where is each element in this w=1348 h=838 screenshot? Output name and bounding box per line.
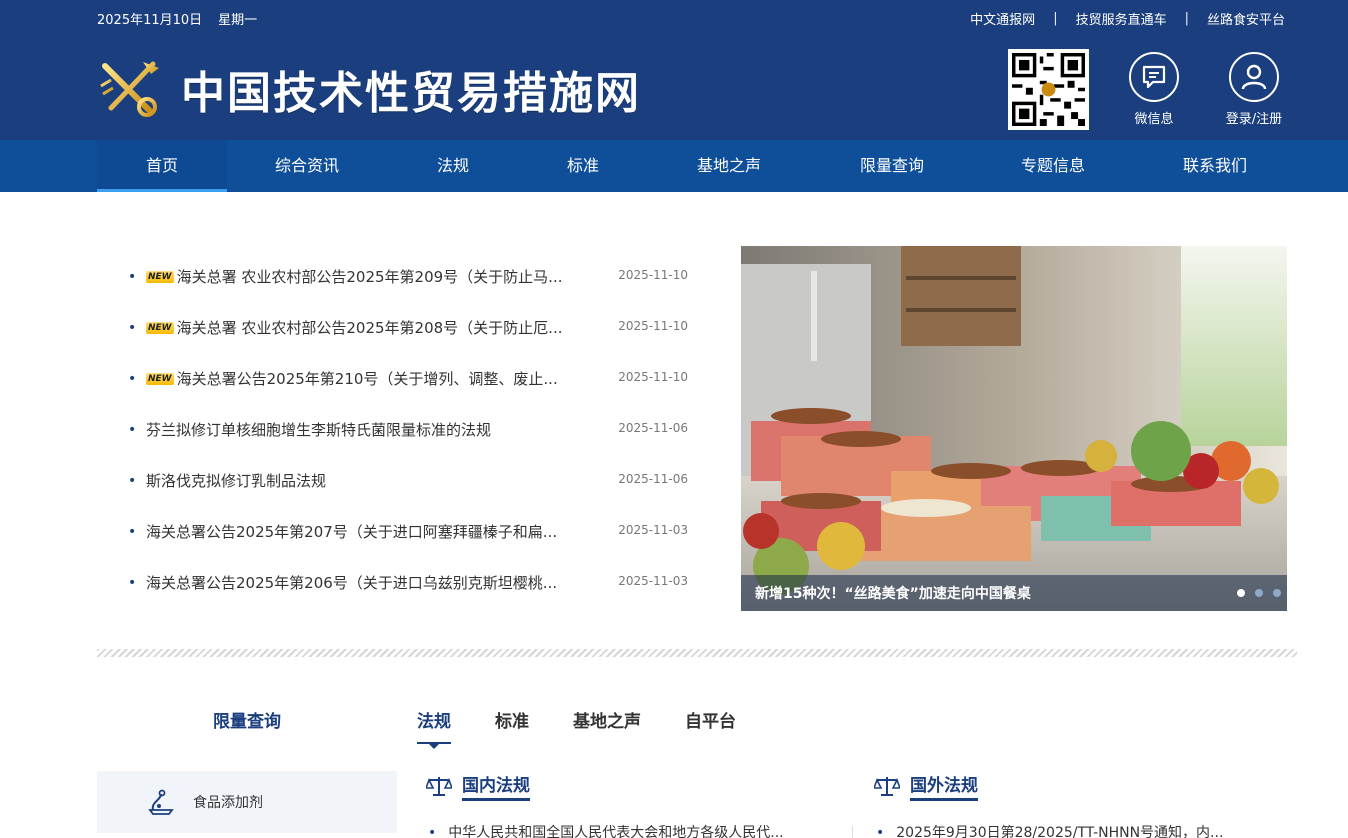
customs-emblem-icon: [100, 61, 159, 117]
top-link-chinese-notification[interactable]: 中文通报网: [970, 9, 1035, 28]
new-badge: NEW: [146, 271, 174, 283]
site-header: 2025年11月10日 星期一 中文通报网 | 技贸服务直通车 | 丝路食安平台…: [0, 0, 1348, 140]
top-link-silk-road-food-safety[interactable]: 丝路食安平台: [1207, 9, 1285, 28]
slide-dots: [1237, 589, 1281, 597]
tab-standards[interactable]: 标准: [495, 707, 529, 744]
food-additive-icon: [148, 789, 174, 815]
qr-code-icon: [1012, 53, 1085, 126]
slide-dot[interactable]: [1273, 589, 1281, 597]
list-item[interactable]: • 2025年9月30日第28/2025/TT-NHNN号通知，内...: [876, 822, 1276, 838]
nav-home[interactable]: 首页: [97, 140, 227, 192]
scale-icon: [426, 777, 452, 796]
limit-query-title: 限量查询: [213, 712, 281, 732]
hatched-divider: [97, 649, 1297, 657]
list-item[interactable]: • NEW 海关总署公告2025年第210号（关于增列、调整、废止... 2025…: [128, 352, 688, 403]
date-display: 2025年11月10日 星期一: [97, 9, 257, 28]
list-bullet: •: [128, 422, 137, 438]
news-date: 2025-11-10: [618, 268, 688, 282]
news-title-text: 海关总署公告2025年第210号（关于增列、调整、废止...: [176, 370, 558, 388]
nav-base-voice[interactable]: 基地之声: [679, 140, 779, 192]
top-link-separator: |: [1053, 10, 1058, 26]
domestic-regulations-title: 国内法规: [462, 771, 530, 801]
list-item[interactable]: • 海关总署公告2025年第207号（关于进口阿塞拜疆榛子和扁... 2025-…: [128, 505, 688, 556]
news-date: 2025-11-03: [618, 574, 688, 588]
list-item[interactable]: • NEW 海关总署 农业农村部公告2025年第208号（关于防止厄... 202…: [128, 301, 688, 352]
news-title: NEW 海关总署 农业农村部公告2025年第209号（关于防止马...: [146, 250, 586, 304]
foreign-regulations-header[interactable]: 国外法规: [874, 771, 978, 801]
login-label: 登录/注册: [1225, 112, 1283, 127]
domestic-item-text: 中华人民共和国全国人民代表大会和地方各级人民代...: [448, 825, 784, 838]
tab-self-platform[interactable]: 自平台: [685, 707, 736, 744]
column-separator: [852, 826, 853, 838]
kitchen-food-image: [741, 246, 1287, 611]
news-date: 2025-11-06: [618, 472, 688, 486]
tab-regulations[interactable]: 法规: [417, 707, 451, 749]
list-bullet: •: [428, 825, 437, 838]
news-date: 2025-11-10: [618, 370, 688, 384]
news-date: 2025-11-03: [618, 523, 688, 537]
wechat-circle: [1129, 52, 1179, 102]
list-bullet: •: [128, 575, 137, 591]
list-item[interactable]: • 中华人民共和国全国人民代表大会和地方各级人民代...: [428, 822, 838, 838]
nav-contact-us[interactable]: 联系我们: [1165, 140, 1265, 192]
scale-icon: [874, 777, 900, 796]
brand[interactable]: 中国技术性贸易措施网: [97, 54, 641, 124]
list-bullet: •: [128, 371, 137, 387]
list-bullet: •: [128, 269, 137, 285]
news-title-text: 海关总署 农业农村部公告2025年第208号（关于防止厄...: [176, 319, 563, 337]
featured-slide[interactable]: 新增15种次！“丝路美食”加速走向中国餐桌: [741, 246, 1287, 611]
limit-item-food-additives[interactable]: 食品添加剂: [97, 771, 397, 833]
slide-caption: 新增15种次！“丝路美食”加速走向中国餐桌: [741, 575, 1287, 611]
user-icon: [1241, 64, 1267, 90]
list-bullet: •: [128, 473, 137, 489]
foreign-item-text: 2025年9月30日第28/2025/TT-NHNN号通知，内...: [896, 825, 1224, 838]
message-icon: [1142, 65, 1166, 89]
main-nav-inner: 首页 综合资讯 法规 标准 基地之声 限量查询 专题信息 联系我们: [97, 140, 1297, 192]
list-item[interactable]: • 芬兰拟修订单核细胞增生李斯特氏菌限量标准的法规 2025-11-06: [128, 403, 688, 454]
list-item[interactable]: • 斯洛伐克拟修订乳制品法规 2025-11-06: [128, 454, 688, 505]
new-badge: NEW: [146, 322, 174, 334]
top-links: 中文通报网 | 技贸服务直通车 | 丝路食安平台: [970, 9, 1285, 28]
news-title-text: 海关总署 农业农村部公告2025年第209号（关于防止马...: [176, 268, 563, 286]
current-weekday: 星期一: [218, 12, 258, 28]
nav-limit-query[interactable]: 限量查询: [842, 140, 942, 192]
news-title: 海关总署公告2025年第206号（关于进口乌兹别克斯坦樱桃...: [146, 574, 558, 592]
login-circle: [1229, 52, 1279, 102]
domestic-regulations-header[interactable]: 国内法规: [426, 771, 530, 801]
current-date: 2025年11月10日: [97, 12, 203, 28]
news-date: 2025-11-10: [618, 319, 688, 333]
qr-code: [1008, 49, 1089, 130]
news-list: • NEW 海关总署 农业农村部公告2025年第209号（关于防止马... 202…: [128, 250, 688, 607]
tab-base-voice[interactable]: 基地之声: [573, 707, 641, 744]
news-title: 芬兰拟修订单核细胞增生李斯特氏菌限量标准的法规: [146, 421, 492, 439]
list-bullet: •: [876, 825, 885, 838]
main-nav: 首页 综合资讯 法规 标准 基地之声 限量查询 专题信息 联系我们: [0, 140, 1348, 192]
list-bullet: •: [128, 524, 137, 540]
list-item[interactable]: • 海关总署公告2025年第206号（关于进口乌兹别克斯坦樱桃... 2025-…: [128, 556, 688, 607]
new-badge: NEW: [146, 373, 174, 385]
news-title: 斯洛伐克拟修订乳制品法规: [146, 472, 327, 490]
top-link-separator: |: [1184, 10, 1189, 26]
news-date: 2025-11-06: [618, 421, 688, 435]
slide-dot[interactable]: [1237, 589, 1245, 597]
nav-special-topics[interactable]: 专题信息: [1003, 140, 1103, 192]
list-bullet: •: [128, 320, 137, 336]
news-title: 海关总署公告2025年第207号（关于进口阿塞拜疆榛子和扁...: [146, 523, 558, 541]
limit-item-label: 食品添加剂: [193, 795, 263, 811]
foreign-regulations-title: 国外法规: [910, 771, 978, 801]
nav-standards[interactable]: 标准: [533, 140, 633, 192]
top-link-trade-service[interactable]: 技贸服务直通车: [1076, 9, 1167, 28]
nav-regulations[interactable]: 法规: [403, 140, 503, 192]
wechat-label: 微信息: [1134, 112, 1174, 127]
site-title: 中国技术性贸易措施网: [181, 68, 641, 119]
content-tabs: 法规 标准 基地之声 自平台: [417, 707, 736, 749]
login-register-button[interactable]: 登录/注册: [1214, 52, 1294, 127]
wechat-button[interactable]: 微信息: [1114, 52, 1194, 127]
nav-news[interactable]: 综合资讯: [247, 140, 367, 192]
news-title: NEW 海关总署 农业农村部公告2025年第208号（关于防止厄...: [146, 301, 586, 355]
news-title: NEW 海关总署公告2025年第210号（关于增列、调整、废止...: [146, 352, 586, 406]
slide-dot[interactable]: [1255, 589, 1263, 597]
list-item[interactable]: • NEW 海关总署 农业农村部公告2025年第209号（关于防止马... 202…: [128, 250, 688, 301]
top-bar: 2025年11月10日 星期一 中文通报网 | 技贸服务直通车 | 丝路食安平台: [97, 0, 1285, 36]
